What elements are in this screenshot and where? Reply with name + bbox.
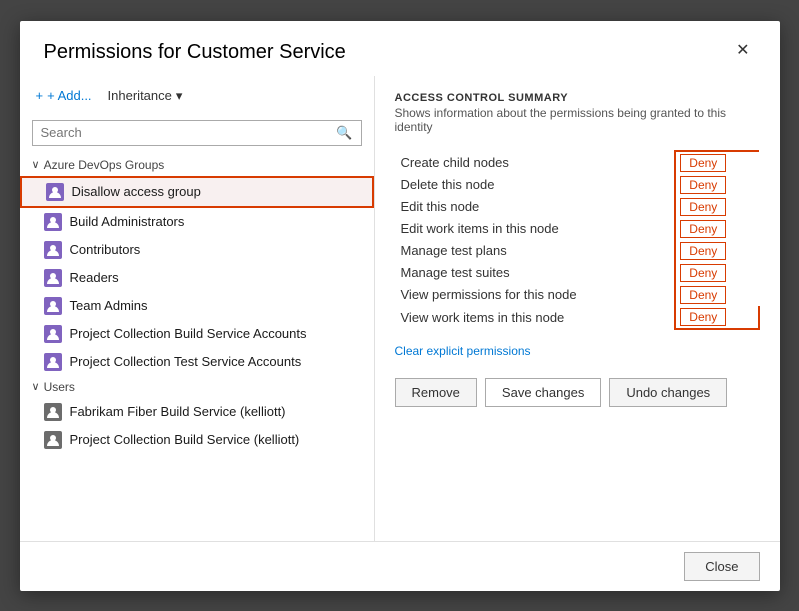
expand-collapse-icon: ∨ bbox=[32, 158, 40, 171]
group-item-label-pcbsa: Project Collection Build Service Account… bbox=[70, 326, 307, 341]
permissions-table: Create child nodes Deny Delete this node… bbox=[395, 150, 760, 330]
permission-label-3: Edit work items in this node bbox=[395, 218, 676, 240]
group-icon-team-admins bbox=[44, 297, 62, 315]
permission-label-4: Manage test plans bbox=[395, 240, 676, 262]
user-icon-pcbs bbox=[44, 431, 62, 449]
clear-explicit-permissions-link[interactable]: Clear explicit permissions bbox=[395, 344, 760, 358]
permission-label-5: Manage test suites bbox=[395, 262, 676, 284]
group-item-build-admin[interactable]: Build Administrators bbox=[20, 208, 374, 236]
permission-deny-5: Deny bbox=[675, 262, 758, 284]
deny-badge-6: Deny bbox=[680, 286, 726, 304]
group-item-label-pctsa: Project Collection Test Service Accounts bbox=[70, 354, 302, 369]
permission-deny-3: Deny bbox=[675, 218, 758, 240]
add-icon: + bbox=[36, 88, 44, 103]
group-icon-contributors bbox=[44, 241, 62, 259]
permission-row-1: Delete this node Deny bbox=[395, 174, 759, 196]
group-item-team-admins[interactable]: Team Admins bbox=[20, 292, 374, 320]
modal-dialog: Permissions for Customer Service ✕ + + A… bbox=[20, 21, 780, 591]
permission-deny-2: Deny bbox=[675, 196, 758, 218]
group-item-fabrikam[interactable]: Fabrikam Fiber Build Service (kelliott) bbox=[20, 398, 374, 426]
inheritance-label: Inheritance bbox=[108, 88, 172, 103]
azure-devops-groups-category[interactable]: ∨ Azure DevOps Groups bbox=[20, 154, 374, 176]
modal-body: + + Add... Inheritance ▾ 🔍 ∨ bbox=[20, 76, 780, 541]
left-toolbar: + + Add... Inheritance ▾ bbox=[20, 76, 374, 116]
deny-badge-1: Deny bbox=[680, 176, 726, 194]
group-icon-build-admin bbox=[44, 213, 62, 231]
group-item-label-team-admins: Team Admins bbox=[70, 298, 148, 313]
users-expand-icon: ∨ bbox=[32, 380, 40, 393]
group-icon-readers bbox=[44, 269, 62, 287]
search-box: 🔍 bbox=[32, 120, 362, 146]
group-icon-pctsa bbox=[44, 353, 62, 371]
left-panel: + + Add... Inheritance ▾ 🔍 ∨ bbox=[20, 76, 375, 541]
modal-title: Permissions for Customer Service bbox=[44, 41, 346, 64]
group-icon-disallow bbox=[46, 183, 64, 201]
deny-badge-5: Deny bbox=[680, 264, 726, 282]
group-item-pcbsa[interactable]: Project Collection Build Service Account… bbox=[20, 320, 374, 348]
group-item-label-fabrikam: Fabrikam Fiber Build Service (kelliott) bbox=[70, 404, 286, 419]
inheritance-chevron-icon: ▾ bbox=[176, 88, 183, 104]
acs-title: ACCESS CONTROL SUMMARY bbox=[395, 92, 760, 104]
deny-badge-0: Deny bbox=[680, 154, 726, 172]
right-panel: ACCESS CONTROL SUMMARY Shows information… bbox=[375, 76, 780, 541]
group-item-disallow[interactable]: Disallow access group bbox=[20, 176, 374, 208]
groups-list: ∨ Azure DevOps Groups Disallow access gr… bbox=[20, 154, 374, 541]
modal-header: Permissions for Customer Service ✕ bbox=[20, 21, 780, 76]
permission-row-0: Create child nodes Deny bbox=[395, 151, 759, 174]
permission-row-2: Edit this node Deny bbox=[395, 196, 759, 218]
deny-badge-4: Deny bbox=[680, 242, 726, 260]
modal-footer: Close bbox=[20, 541, 780, 591]
permission-deny-1: Deny bbox=[675, 174, 758, 196]
group-item-label-disallow: Disallow access group bbox=[72, 184, 201, 199]
azure-devops-groups-label: Azure DevOps Groups bbox=[44, 158, 165, 172]
permission-label-7: View work items in this node bbox=[395, 306, 676, 329]
group-item-label-readers: Readers bbox=[70, 270, 119, 285]
action-buttons: Remove Save changes Undo changes bbox=[395, 378, 760, 407]
permission-deny-0: Deny bbox=[675, 151, 758, 174]
search-input[interactable] bbox=[41, 125, 337, 140]
permission-label-1: Delete this node bbox=[395, 174, 676, 196]
close-button[interactable]: Close bbox=[684, 552, 759, 581]
group-item-label-contributors: Contributors bbox=[70, 242, 141, 257]
permission-row-7: View work items in this node Deny bbox=[395, 306, 759, 329]
permission-row-4: Manage test plans Deny bbox=[395, 240, 759, 262]
permission-label-2: Edit this node bbox=[395, 196, 676, 218]
modal-overlay: Permissions for Customer Service ✕ + + A… bbox=[0, 0, 799, 611]
permission-label-6: View permissions for this node bbox=[395, 284, 676, 306]
group-icon-pcbsa bbox=[44, 325, 62, 343]
add-label: + Add... bbox=[47, 88, 91, 103]
deny-badge-3: Deny bbox=[680, 220, 726, 238]
group-item-contributors[interactable]: Contributors bbox=[20, 236, 374, 264]
permission-deny-7: Deny bbox=[675, 306, 758, 329]
group-item-label-pcbs-user: Project Collection Build Service (kellio… bbox=[70, 432, 300, 447]
permission-deny-6: Deny bbox=[675, 284, 758, 306]
permission-row-5: Manage test suites Deny bbox=[395, 262, 759, 284]
user-icon-fabrikam bbox=[44, 403, 62, 421]
close-x-button[interactable]: ✕ bbox=[730, 41, 755, 61]
permission-row-3: Edit work items in this node Deny bbox=[395, 218, 759, 240]
undo-changes-button[interactable]: Undo changes bbox=[609, 378, 727, 407]
search-icon: 🔍 bbox=[336, 125, 352, 141]
group-item-pcbs-user[interactable]: Project Collection Build Service (kellio… bbox=[20, 426, 374, 454]
users-category-label: Users bbox=[44, 380, 75, 394]
acs-subtitle: Shows information about the permissions … bbox=[395, 106, 760, 134]
save-changes-button[interactable]: Save changes bbox=[485, 378, 601, 407]
permission-deny-4: Deny bbox=[675, 240, 758, 262]
group-item-readers[interactable]: Readers bbox=[20, 264, 374, 292]
remove-button[interactable]: Remove bbox=[395, 378, 477, 407]
inheritance-button[interactable]: Inheritance ▾ bbox=[108, 84, 183, 108]
add-button[interactable]: + + Add... bbox=[36, 84, 92, 107]
deny-badge-7: Deny bbox=[680, 308, 726, 326]
deny-badge-2: Deny bbox=[680, 198, 726, 216]
permission-row-6: View permissions for this node Deny bbox=[395, 284, 759, 306]
group-item-label-build-admin: Build Administrators bbox=[70, 214, 185, 229]
users-category[interactable]: ∨ Users bbox=[20, 376, 374, 398]
permission-label-0: Create child nodes bbox=[395, 151, 676, 174]
group-item-pctsa[interactable]: Project Collection Test Service Accounts bbox=[20, 348, 374, 376]
